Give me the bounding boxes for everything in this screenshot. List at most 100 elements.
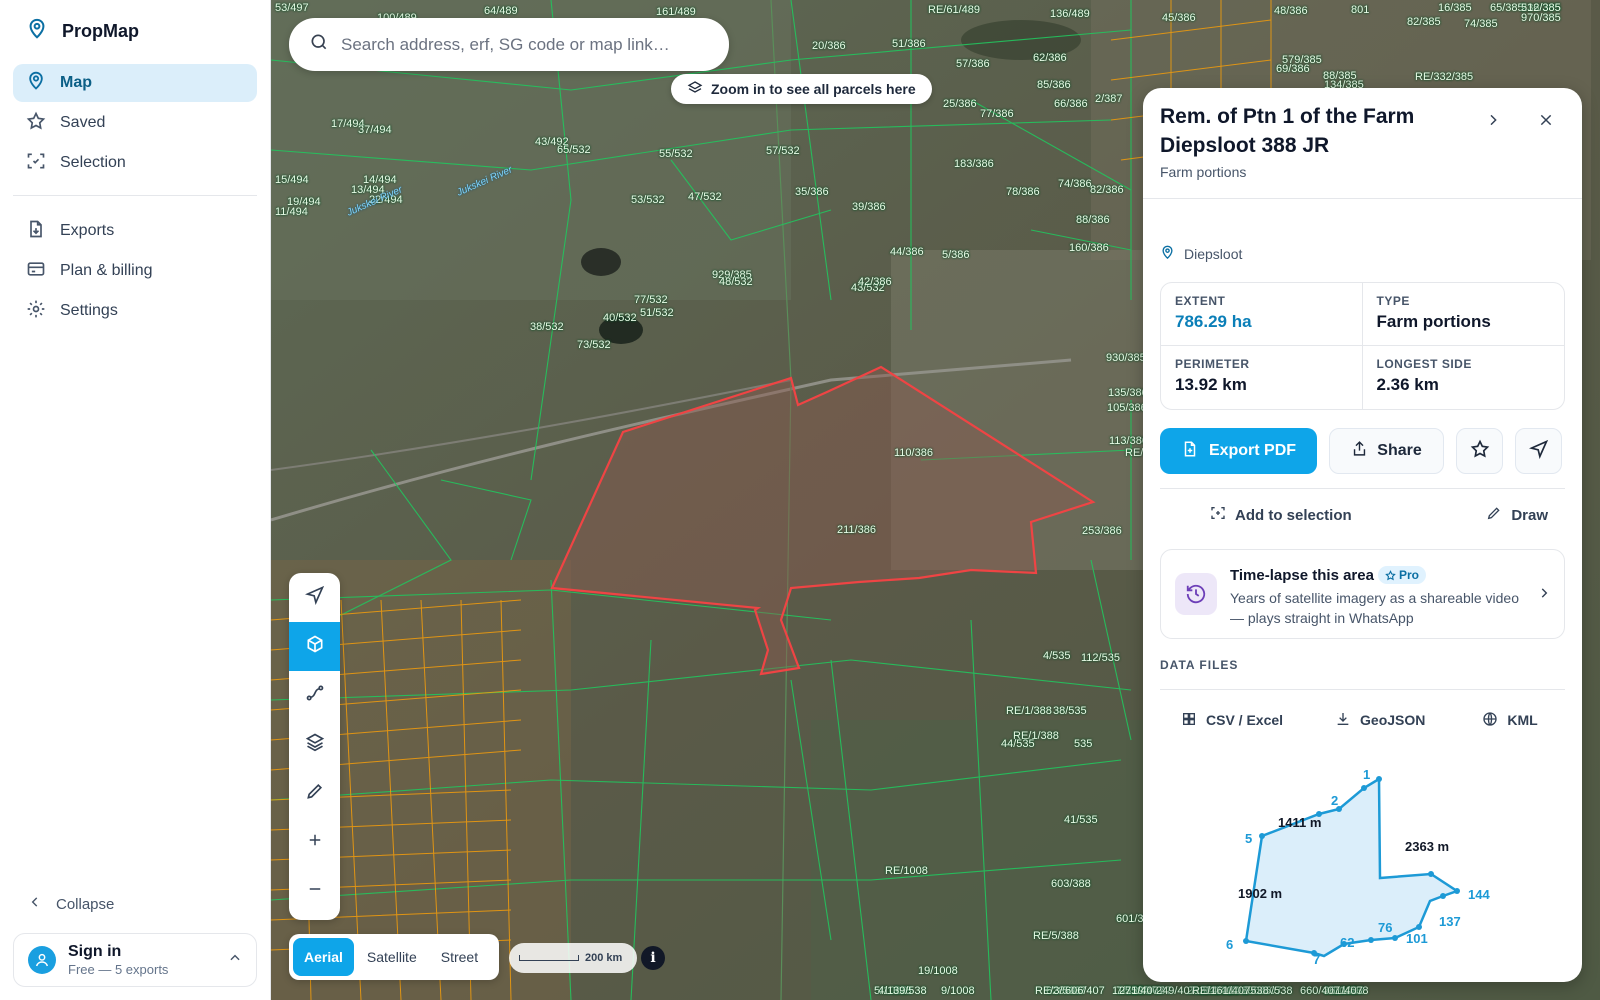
download-icon <box>1335 711 1351 730</box>
nav-item-selection[interactable]: Selection <box>13 144 257 182</box>
basemap-satellite-button[interactable]: Satellite <box>356 938 428 976</box>
parcel-label: 85/386 <box>1037 79 1071 91</box>
draw-button[interactable]: Draw <box>1486 505 1548 525</box>
nav-item-map[interactable]: Map <box>13 64 257 102</box>
brand[interactable]: PropMap <box>26 18 139 45</box>
parcel-actions: Export PDF Share <box>1160 428 1562 474</box>
timelapse-title: Time-lapse this area <box>1230 566 1374 584</box>
timelapse-card[interactable]: Time-lapse this area Pro Years of satell… <box>1160 549 1565 639</box>
parcel-label: 603/388 <box>1051 878 1091 890</box>
basemap-street-button[interactable]: Street <box>430 938 489 976</box>
geojson-label: GeoJSON <box>1360 712 1426 728</box>
navigation-arrow-icon <box>304 585 325 610</box>
parcel-label: 65/532 <box>557 144 591 156</box>
parcel-label: 660/407 <box>1300 985 1340 997</box>
draw-label: Draw <box>1511 506 1548 524</box>
parcel-label: RE/61/489 <box>928 4 980 16</box>
csv-excel-download[interactable]: CSV / Excel <box>1181 711 1283 730</box>
chevron-up-icon <box>228 951 242 970</box>
basemap-aerial-button[interactable]: Aerial <box>293 938 354 976</box>
nav-item-plan-billing[interactable]: Plan & billing <box>13 252 257 290</box>
parcel-label: 88/385 <box>1323 70 1357 82</box>
parcel-label: 45/386 <box>1162 12 1196 24</box>
zoom-in-button[interactable] <box>289 818 340 867</box>
stat-label: LONGEST SIDE <box>1376 357 1472 371</box>
pencil-icon <box>305 781 325 806</box>
export-pdf-label: Export PDF <box>1208 442 1297 459</box>
search-bar[interactable] <box>289 18 729 71</box>
vertex-label: 2 <box>1331 793 1338 808</box>
pencil-icon <box>1486 505 1502 525</box>
parcel-polygon <box>1244 776 1460 958</box>
parcel-label: 16/385 <box>1438 2 1472 14</box>
stat-label: PERIMETER <box>1175 357 1250 371</box>
vertex-label: 1 <box>1363 767 1370 782</box>
draw-button[interactable] <box>289 769 340 818</box>
geojson-download[interactable]: GeoJSON <box>1335 711 1425 730</box>
parcel-label: RE/161/407 <box>1192 985 1251 997</box>
parcel-label: 62/386 <box>1033 52 1067 64</box>
vertex-label: 6 <box>1226 937 1233 952</box>
kml-label: KML <box>1507 712 1538 728</box>
nav-item-saved[interactable]: Saved <box>13 104 257 142</box>
stat-value: 13.92 km <box>1175 375 1247 394</box>
vertex-label: 7 <box>1313 952 1320 967</box>
locate-button[interactable] <box>289 573 340 622</box>
grid-icon <box>1181 711 1197 730</box>
layers-button[interactable] <box>289 720 340 769</box>
collapse-button[interactable]: Collapse <box>28 895 114 913</box>
save-star-button[interactable] <box>1456 428 1503 474</box>
parcel-label: 77/532 <box>634 294 668 306</box>
measure-button[interactable] <box>289 671 340 720</box>
nav-item-settings[interactable]: Settings <box>13 292 257 330</box>
parcel-label: 183/386 <box>954 158 994 170</box>
nav-item-label: Exports <box>60 222 115 239</box>
parcel-label: 74/386 <box>1058 178 1092 190</box>
star-icon <box>26 111 46 136</box>
layers-icon <box>687 80 703 99</box>
file-pdf-icon <box>1181 440 1199 463</box>
export-pdf-button[interactable]: Export PDF <box>1160 428 1317 474</box>
zoom-hint-pill[interactable]: Zoom in to see all parcels here <box>671 74 932 104</box>
zoom-out-button[interactable] <box>289 867 340 916</box>
file-export-icon <box>26 219 46 244</box>
nav-item-exports[interactable]: Exports <box>13 212 257 250</box>
parcel-label: 55/532 <box>659 148 693 160</box>
vertex-label: 101 <box>1406 931 1428 946</box>
parcel-details-panel: Rem. of Ptn 1 of the Farm Diepsloot 388 … <box>1143 88 1582 982</box>
zoom-hint-text: Zoom in to see all parcels here <box>711 81 916 97</box>
parcel-label: 15/494 <box>275 174 309 186</box>
parcel-label: 535 <box>1074 738 1093 750</box>
vertex-label: 76 <box>1378 920 1392 935</box>
close-panel-button[interactable] <box>1532 108 1560 136</box>
sign-in-text: Sign in Free — 5 exports <box>68 943 168 977</box>
parcel-label: 69/386 <box>1276 63 1310 75</box>
side-length-label: 1902 m <box>1238 886 1282 901</box>
chevron-left-icon <box>28 895 42 913</box>
secondary-actions: Add to selection Draw <box>1160 495 1565 535</box>
map-toolbar <box>289 573 340 920</box>
timelapse-title-row: Time-lapse this area Pro <box>1230 566 1426 584</box>
parcel-label: 78/386 <box>1006 186 1040 198</box>
route-icon <box>305 683 325 708</box>
selection-icon <box>26 151 46 176</box>
search-input[interactable] <box>341 34 701 55</box>
navigate-button[interactable] <box>1515 428 1562 474</box>
next-parcel-button[interactable] <box>1479 108 1507 136</box>
parcel-label: 47/532 <box>688 191 722 203</box>
stat-value: 786.29 ha <box>1175 312 1252 331</box>
vertex-label: 5 <box>1245 831 1252 846</box>
sign-in-card[interactable]: Sign in Free — 5 exports <box>13 933 257 987</box>
stat-extent: EXTENT 786.29 ha <box>1161 283 1363 346</box>
timelapse-description: Years of satellite imagery as a shareabl… <box>1230 590 1519 626</box>
parcel-label: 64/489 <box>484 5 518 17</box>
stat-label: EXTENT <box>1175 294 1226 308</box>
3d-view-button[interactable] <box>289 622 340 671</box>
info-icon[interactable]: i <box>641 946 665 970</box>
star-icon <box>1385 569 1396 580</box>
add-to-selection-button[interactable]: Add to selection <box>1210 505 1352 525</box>
share-button[interactable]: Share <box>1329 428 1444 474</box>
kml-download[interactable]: KML <box>1482 711 1538 730</box>
nav-item-label: Settings <box>60 302 118 319</box>
stat-label: TYPE <box>1376 294 1410 308</box>
